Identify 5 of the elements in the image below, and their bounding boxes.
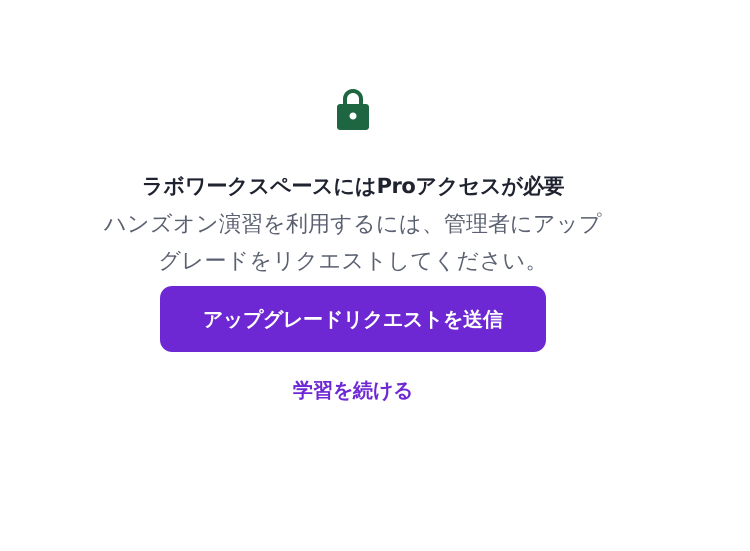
heading: ラボワークスペースにはProアクセスが必要	[142, 173, 564, 200]
continue-learning-link[interactable]: 学習を続ける	[293, 377, 413, 404]
lock-icon	[336, 86, 370, 130]
message-text: ハンズオン演習を利用するには、管理者にアップグレードをリクエストしてください。	[103, 211, 603, 276]
request-upgrade-button[interactable]: アップグレードリクエストを送信	[160, 286, 546, 352]
